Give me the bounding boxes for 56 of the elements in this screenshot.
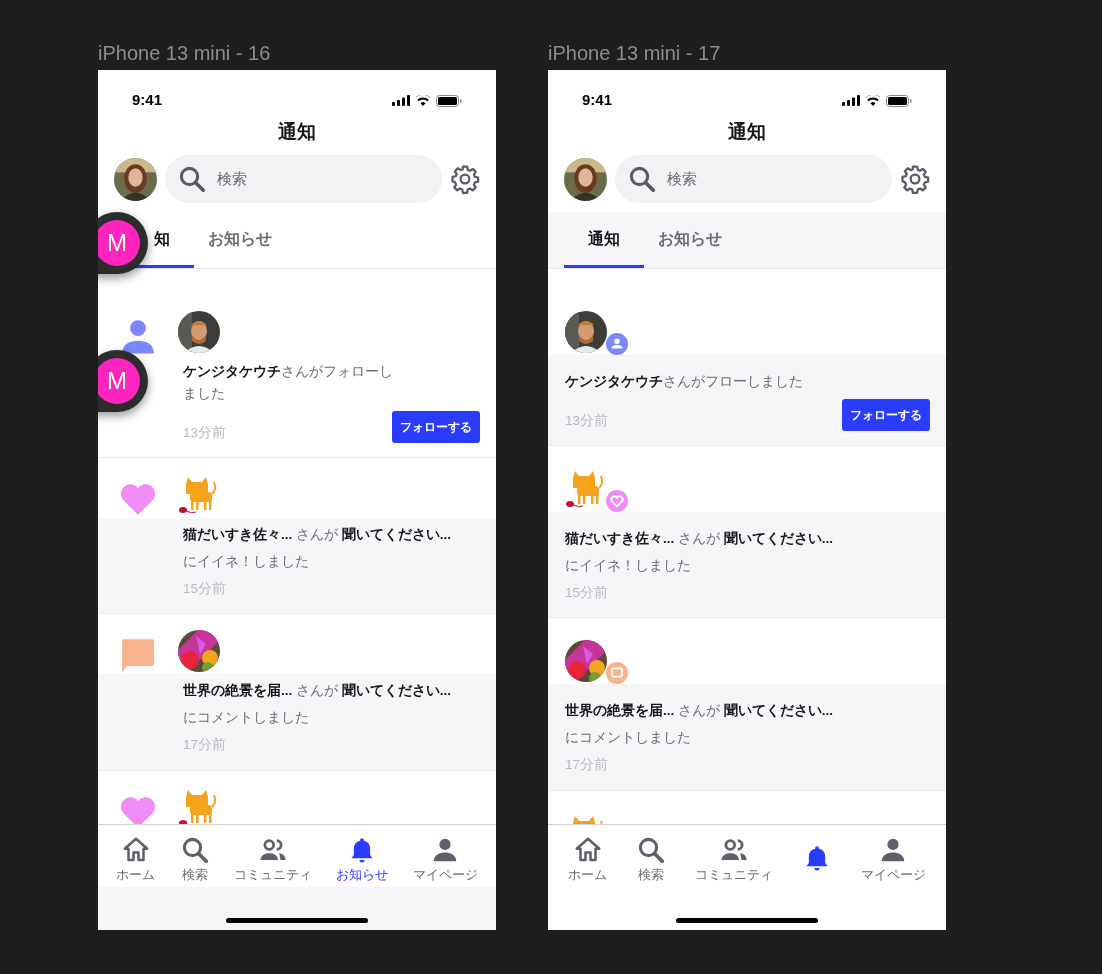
notification-action: にコメントしました — [565, 729, 692, 748]
timestamp: 17分前 — [183, 736, 227, 755]
tab[interactable]: 通知 — [564, 212, 644, 268]
nav-item[interactable]: お知らせ — [336, 835, 389, 887]
follow-button[interactable]: フォローする — [392, 411, 480, 443]
frame-label: iPhone 13 mini - 17 — [548, 41, 722, 66]
search-field[interactable]: 検索 — [615, 155, 892, 203]
notification-message: 世界の絶景を届... さんが 聞いてください... — [565, 703, 834, 719]
search-icon — [636, 835, 667, 865]
nav-item[interactable]: ホーム — [116, 835, 156, 887]
comment-pin-initial: M — [98, 358, 140, 404]
comment-pin-initial: M — [98, 220, 140, 266]
page-title: 通知 — [727, 120, 767, 144]
notification-action: にイイネ！しました — [183, 553, 310, 571]
nav-item[interactable]: マイページ — [412, 835, 478, 887]
settings-icon[interactable] — [900, 164, 930, 194]
notification-action: にイイネ！しました — [565, 557, 692, 575]
timestamp: 13分前 — [183, 423, 227, 442]
search-field[interactable]: 検索 — [165, 155, 442, 203]
notification-message: ケンジタケウチさんがフォローしました — [183, 364, 393, 401]
signal-icon — [842, 95, 860, 106]
notification-message: ケンジタケウチさんがフローしました — [565, 374, 803, 389]
signal-icon — [392, 95, 410, 106]
nav-item[interactable]: コミュニティ — [695, 835, 773, 887]
tab[interactable]: お知らせ — [194, 212, 296, 268]
search-icon — [177, 164, 207, 194]
battery-icon — [436, 94, 462, 107]
notification-action: にコメントしました — [183, 709, 310, 728]
timestamp: 15分前 — [183, 580, 227, 598]
tab[interactable]: お知らせ — [644, 212, 746, 268]
nav-item[interactable]: 検索 — [636, 835, 667, 887]
battery-icon — [886, 94, 912, 107]
follow-button[interactable]: フォローする — [842, 399, 930, 431]
frame-label: iPhone 13 mini - 16 — [98, 41, 272, 66]
notification-message: 猫だいすき佐々... さんが 聞いてください... — [183, 527, 452, 542]
nav-item[interactable]: コミュニティ — [233, 835, 312, 887]
search-icon — [627, 164, 657, 194]
timestamp: 15分前 — [565, 584, 609, 602]
status-time: 9:41 — [132, 90, 163, 111]
comment-pin-tooltip[interactable]: M — [98, 350, 148, 412]
search-input[interactable]: 検索 — [217, 167, 430, 191]
search-input[interactable]: 検索 — [667, 167, 880, 191]
timestamp: 13分前 — [565, 411, 609, 430]
wifi-icon — [415, 95, 431, 106]
notification-message: 猫だいすき佐々... さんが 聞いてください... — [565, 531, 834, 546]
status-time: 9:41 — [582, 90, 613, 111]
notification-message: 世界の絶景を届... さんが 聞いてください... — [183, 683, 452, 699]
comment-pin-tooltip[interactable]: M — [98, 212, 148, 274]
speech-bubble-icon — [119, 636, 157, 675]
nav-item[interactable]: 検索 — [179, 835, 210, 887]
wifi-icon — [865, 95, 881, 106]
settings-icon[interactable] — [450, 164, 480, 194]
page-title: 通知 — [277, 120, 317, 144]
timestamp: 17分前 — [565, 756, 609, 775]
nav-item[interactable]: マイページ — [860, 835, 926, 887]
nav-item[interactable]: ホーム — [568, 835, 608, 887]
